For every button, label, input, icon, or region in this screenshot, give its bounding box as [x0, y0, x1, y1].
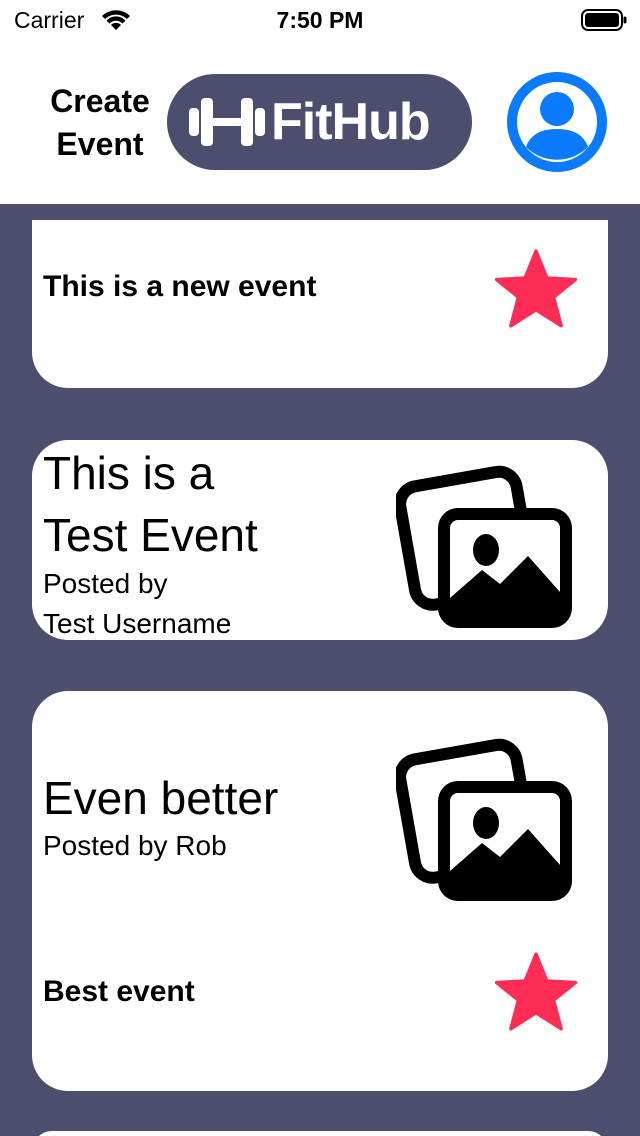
person-circle-icon[interactable]	[506, 71, 608, 173]
clock: 7:50 PM	[276, 7, 364, 33]
app-header: Create Event FitHub	[0, 42, 640, 204]
posted-by-label: Posted by	[43, 568, 168, 599]
event-title: Even better	[43, 772, 279, 824]
star-icon[interactable]	[494, 949, 578, 1033]
photo-stack-icon	[396, 738, 572, 901]
posted-by-username: Test Username	[43, 608, 232, 639]
create-event-label-line2: Event	[56, 126, 144, 162]
photo-stack-icon	[396, 465, 572, 628]
event-title-line: Test Event	[43, 509, 258, 561]
dumbbell-icon	[189, 98, 265, 146]
create-event-label-line1: Create	[50, 83, 150, 119]
create-event-button[interactable]: Create Event	[44, 80, 156, 166]
star-icon[interactable]	[494, 246, 578, 330]
battery-icon	[581, 9, 627, 31]
event-card[interactable]	[32, 1131, 608, 1136]
posted-by-label: Posted by Rob	[43, 830, 227, 861]
header-divider	[0, 204, 640, 220]
event-description: This is a new event	[43, 270, 317, 303]
fithub-logo: FitHub	[167, 74, 472, 170]
status-bar: Carrier 7:50 PM	[0, 0, 640, 42]
event-description: Best event	[43, 975, 195, 1008]
event-title-line: This is a	[43, 447, 215, 499]
event-card[interactable]: This is a Test Event Posted by Test User…	[32, 440, 608, 640]
event-card[interactable]: Even better Posted by Rob Best event	[32, 691, 608, 1091]
logo-text: FitHub	[271, 93, 431, 151]
